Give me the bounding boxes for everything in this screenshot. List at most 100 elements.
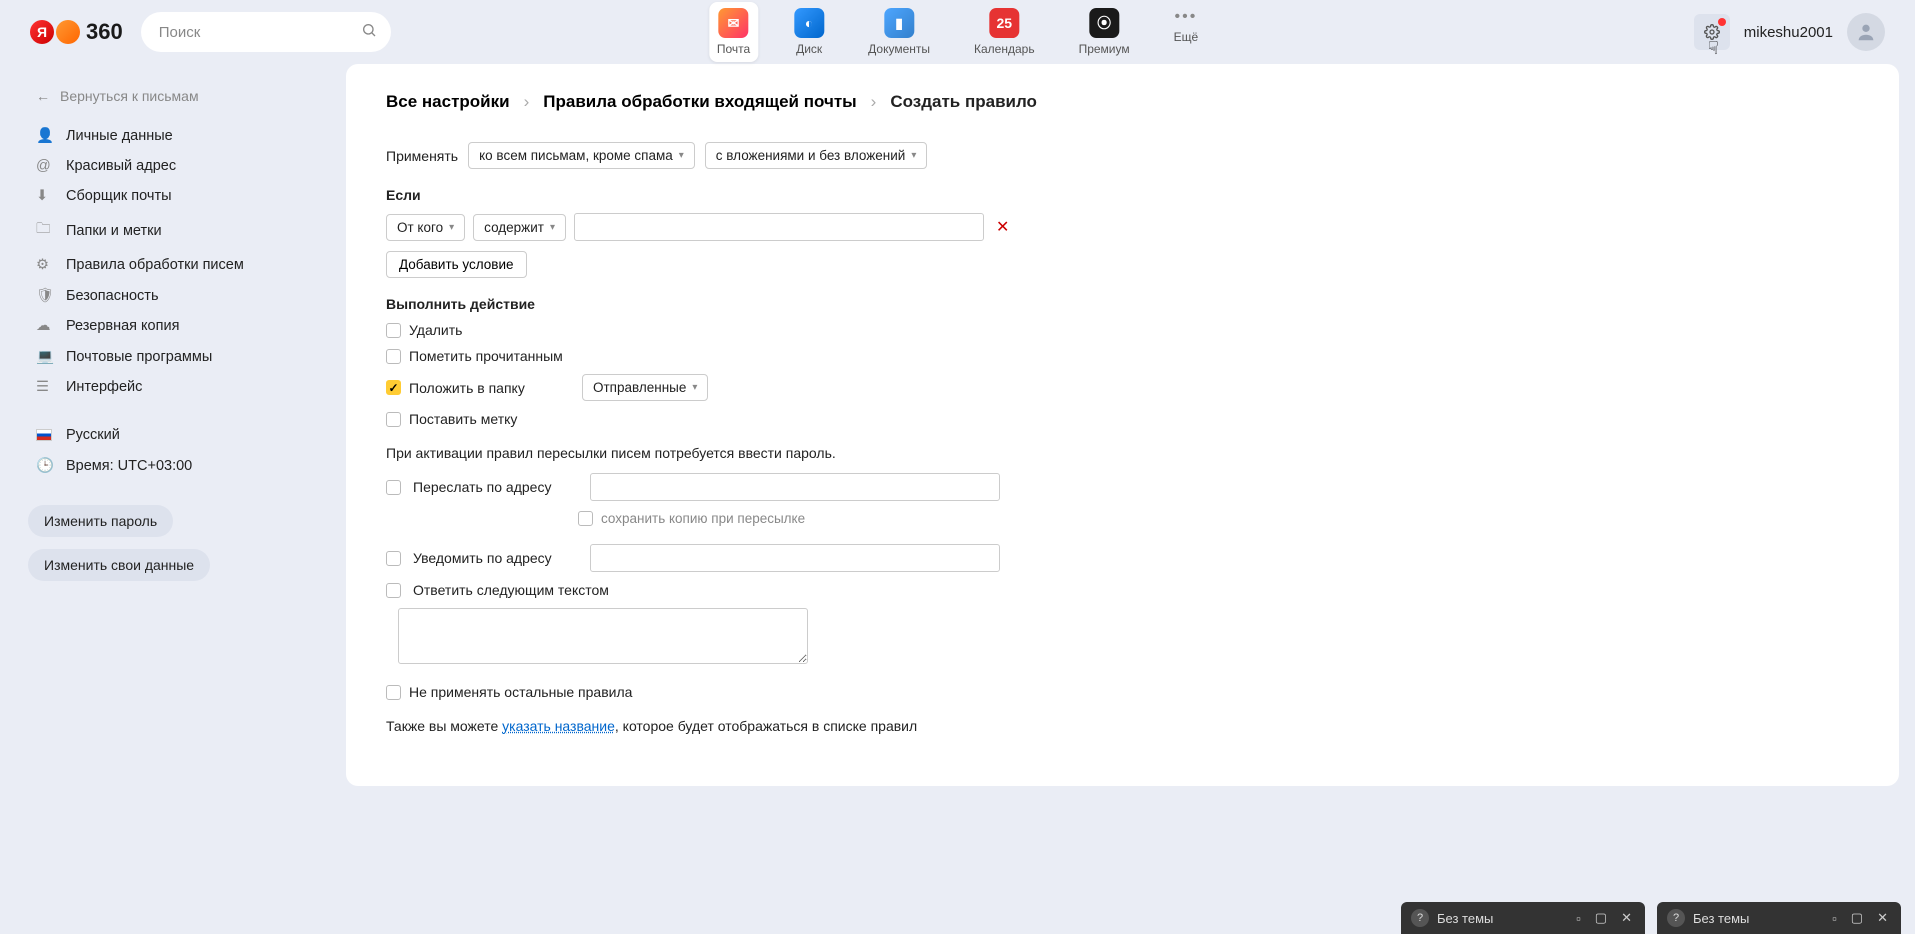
sidebar-item-personal[interactable]: 👤Личные данные bbox=[28, 120, 334, 151]
user-icon: 👤 bbox=[36, 127, 54, 144]
add-condition-button[interactable]: Добавить условие bbox=[386, 251, 527, 278]
sidebar-item-security[interactable]: 🛡Безопасность bbox=[28, 280, 334, 311]
delete-checkbox[interactable] bbox=[386, 323, 401, 338]
settings-button[interactable]: ☟ bbox=[1694, 14, 1730, 50]
at-icon: @ bbox=[36, 158, 54, 174]
maximize-icon[interactable]: ▢ bbox=[1848, 910, 1866, 926]
compose-panel-1[interactable]: ? Без темы ▫ ▢ ✕ bbox=[1401, 902, 1645, 934]
app-switcher: ✉ Почта ◐ Диск ▮ Документы 25 Календарь … bbox=[709, 2, 1206, 62]
user-icon bbox=[1855, 21, 1877, 43]
remove-condition-button[interactable]: ✕ bbox=[992, 217, 1013, 237]
back-link[interactable]: ← Вернуться к письмам bbox=[28, 82, 334, 110]
name-note: Также вы можете указать название, которо… bbox=[386, 718, 1859, 734]
sidebar: ← Вернуться к письмам 👤Личные данные @Кр… bbox=[16, 64, 346, 786]
sidebar-item-clients[interactable]: 💻Почтовые программы bbox=[28, 341, 334, 372]
logo-text: 360 bbox=[86, 19, 123, 45]
app-premium[interactable]: ⦿ Премиум bbox=[1071, 2, 1138, 62]
if-title: Если bbox=[386, 187, 1859, 203]
app-mail[interactable]: ✉ Почта bbox=[709, 2, 758, 62]
stop-label: Не применять остальные правила bbox=[409, 684, 632, 700]
minimize-icon[interactable]: ▫ bbox=[1573, 911, 1584, 926]
action-delete-row: Удалить bbox=[386, 322, 1859, 338]
avatar[interactable] bbox=[1847, 13, 1885, 51]
sidebar-item-language[interactable]: Русский bbox=[28, 420, 334, 450]
sidebar-item-folders[interactable]: 🗀Папки и метки bbox=[28, 211, 334, 250]
cond-field-select[interactable]: От кого▾ bbox=[386, 214, 465, 241]
app-disk-label: Диск bbox=[796, 42, 822, 56]
compose-panel-2[interactable]: ? Без темы ▫ ▢ ✕ bbox=[1657, 902, 1901, 934]
app-disk[interactable]: ◐ Диск bbox=[786, 2, 832, 62]
folder-label: Положить в папку bbox=[409, 380, 574, 396]
chevron-down-icon: ▾ bbox=[550, 222, 555, 233]
apply-scope-select[interactable]: ко всем письмам, кроме спама▾ bbox=[468, 142, 695, 169]
forward-copy-label: сохранить копию при пересылке bbox=[601, 511, 805, 526]
search-input[interactable] bbox=[141, 12, 391, 52]
read-label: Пометить прочитанным bbox=[409, 348, 563, 364]
search-icon[interactable] bbox=[361, 22, 377, 41]
sidebar-item-rules[interactable]: ⚙Правила обработки писем bbox=[28, 250, 334, 280]
app-docs-label: Документы bbox=[868, 42, 930, 56]
premium-icon: ⦿ bbox=[1089, 8, 1119, 38]
forward-label: Переслать по адресу bbox=[413, 479, 578, 495]
forward-copy-checkbox[interactable] bbox=[578, 511, 593, 526]
main: Все настройки › Правила обработки входящ… bbox=[346, 64, 1899, 786]
chevron-down-icon: ▾ bbox=[679, 150, 684, 161]
chevron-down-icon: ▾ bbox=[449, 222, 454, 233]
logo[interactable]: Я 360 bbox=[30, 19, 123, 45]
docs-icon: ▮ bbox=[884, 8, 914, 38]
name-link[interactable]: указать название bbox=[502, 718, 615, 734]
stop-checkbox[interactable] bbox=[386, 685, 401, 700]
apply-attach-select[interactable]: с вложениями и без вложений▾ bbox=[705, 142, 928, 169]
name-prefix: Также вы можете bbox=[386, 718, 502, 734]
minimize-icon[interactable]: ▫ bbox=[1829, 911, 1840, 926]
username[interactable]: mikeshu2001 bbox=[1744, 24, 1833, 41]
forward-checkbox[interactable] bbox=[386, 480, 401, 495]
cond-value-input[interactable] bbox=[574, 213, 984, 241]
read-checkbox[interactable] bbox=[386, 349, 401, 364]
reply-row: Ответить следующим текстом bbox=[386, 582, 1859, 598]
notify-input[interactable] bbox=[590, 544, 1000, 572]
sidebar-item-address[interactable]: @Красивый адрес bbox=[28, 151, 334, 181]
app-mail-label: Почта bbox=[717, 42, 750, 56]
app-docs[interactable]: ▮ Документы bbox=[860, 2, 938, 62]
crumb-all-settings[interactable]: Все настройки bbox=[386, 92, 510, 112]
crumb-rules[interactable]: Правила обработки входящей почты bbox=[543, 92, 856, 112]
label-checkbox[interactable] bbox=[386, 412, 401, 427]
folder-icon: 🗀 bbox=[36, 218, 54, 243]
sliders-icon: ☰ bbox=[36, 379, 54, 395]
sidebar-item-backup[interactable]: ☁Резервная копия bbox=[28, 311, 334, 341]
header-right: ☟ mikeshu2001 bbox=[1694, 13, 1885, 51]
bottom-panels: ? Без темы ▫ ▢ ✕ ? Без темы ▫ ▢ ✕ bbox=[1401, 902, 1901, 934]
maximize-icon[interactable]: ▢ bbox=[1592, 910, 1610, 926]
reply-label: Ответить следующим текстом bbox=[413, 582, 609, 598]
forward-input[interactable] bbox=[590, 473, 1000, 501]
app-more-label: Ещё bbox=[1174, 30, 1199, 44]
panel-title: Без темы bbox=[1437, 911, 1565, 926]
disk-icon: ◐ bbox=[794, 8, 824, 38]
change-password-button[interactable]: Изменить пароль bbox=[28, 505, 173, 537]
app-premium-label: Премиум bbox=[1079, 42, 1130, 56]
chevron-right-icon: › bbox=[871, 92, 877, 112]
mail-icon: ✉ bbox=[718, 8, 748, 38]
cloud-icon: ☁ bbox=[36, 318, 54, 334]
change-data-button[interactable]: Изменить свои данные bbox=[28, 549, 210, 581]
cond-op-select[interactable]: содержит▾ bbox=[473, 214, 566, 241]
calendar-icon: 25 bbox=[989, 8, 1019, 38]
sidebar-item-collector[interactable]: ⬇Сборщик почты bbox=[28, 181, 334, 211]
notify-checkbox[interactable] bbox=[386, 551, 401, 566]
reply-checkbox[interactable] bbox=[386, 583, 401, 598]
close-icon[interactable]: ✕ bbox=[1618, 910, 1635, 926]
app-calendar[interactable]: 25 Календарь bbox=[966, 2, 1043, 62]
folder-select[interactable]: Отправленные▾ bbox=[582, 374, 708, 401]
notify-label: Уведомить по адресу bbox=[413, 550, 578, 566]
folder-checkbox[interactable] bbox=[386, 380, 401, 395]
close-icon[interactable]: ✕ bbox=[1874, 910, 1891, 926]
reply-textarea[interactable] bbox=[398, 608, 808, 664]
sidebar-item-timezone[interactable]: 🕒Время: UTC+03:00 bbox=[28, 450, 334, 481]
question-icon: ? bbox=[1667, 909, 1685, 927]
more-icon: ••• bbox=[1175, 8, 1198, 26]
sidebar-item-interface[interactable]: ☰Интерфейс bbox=[28, 372, 334, 402]
app-more[interactable]: ••• Ещё bbox=[1166, 2, 1207, 62]
breadcrumb: Все настройки › Правила обработки входящ… bbox=[386, 92, 1859, 112]
notify-row: Уведомить по адресу bbox=[386, 544, 1859, 572]
